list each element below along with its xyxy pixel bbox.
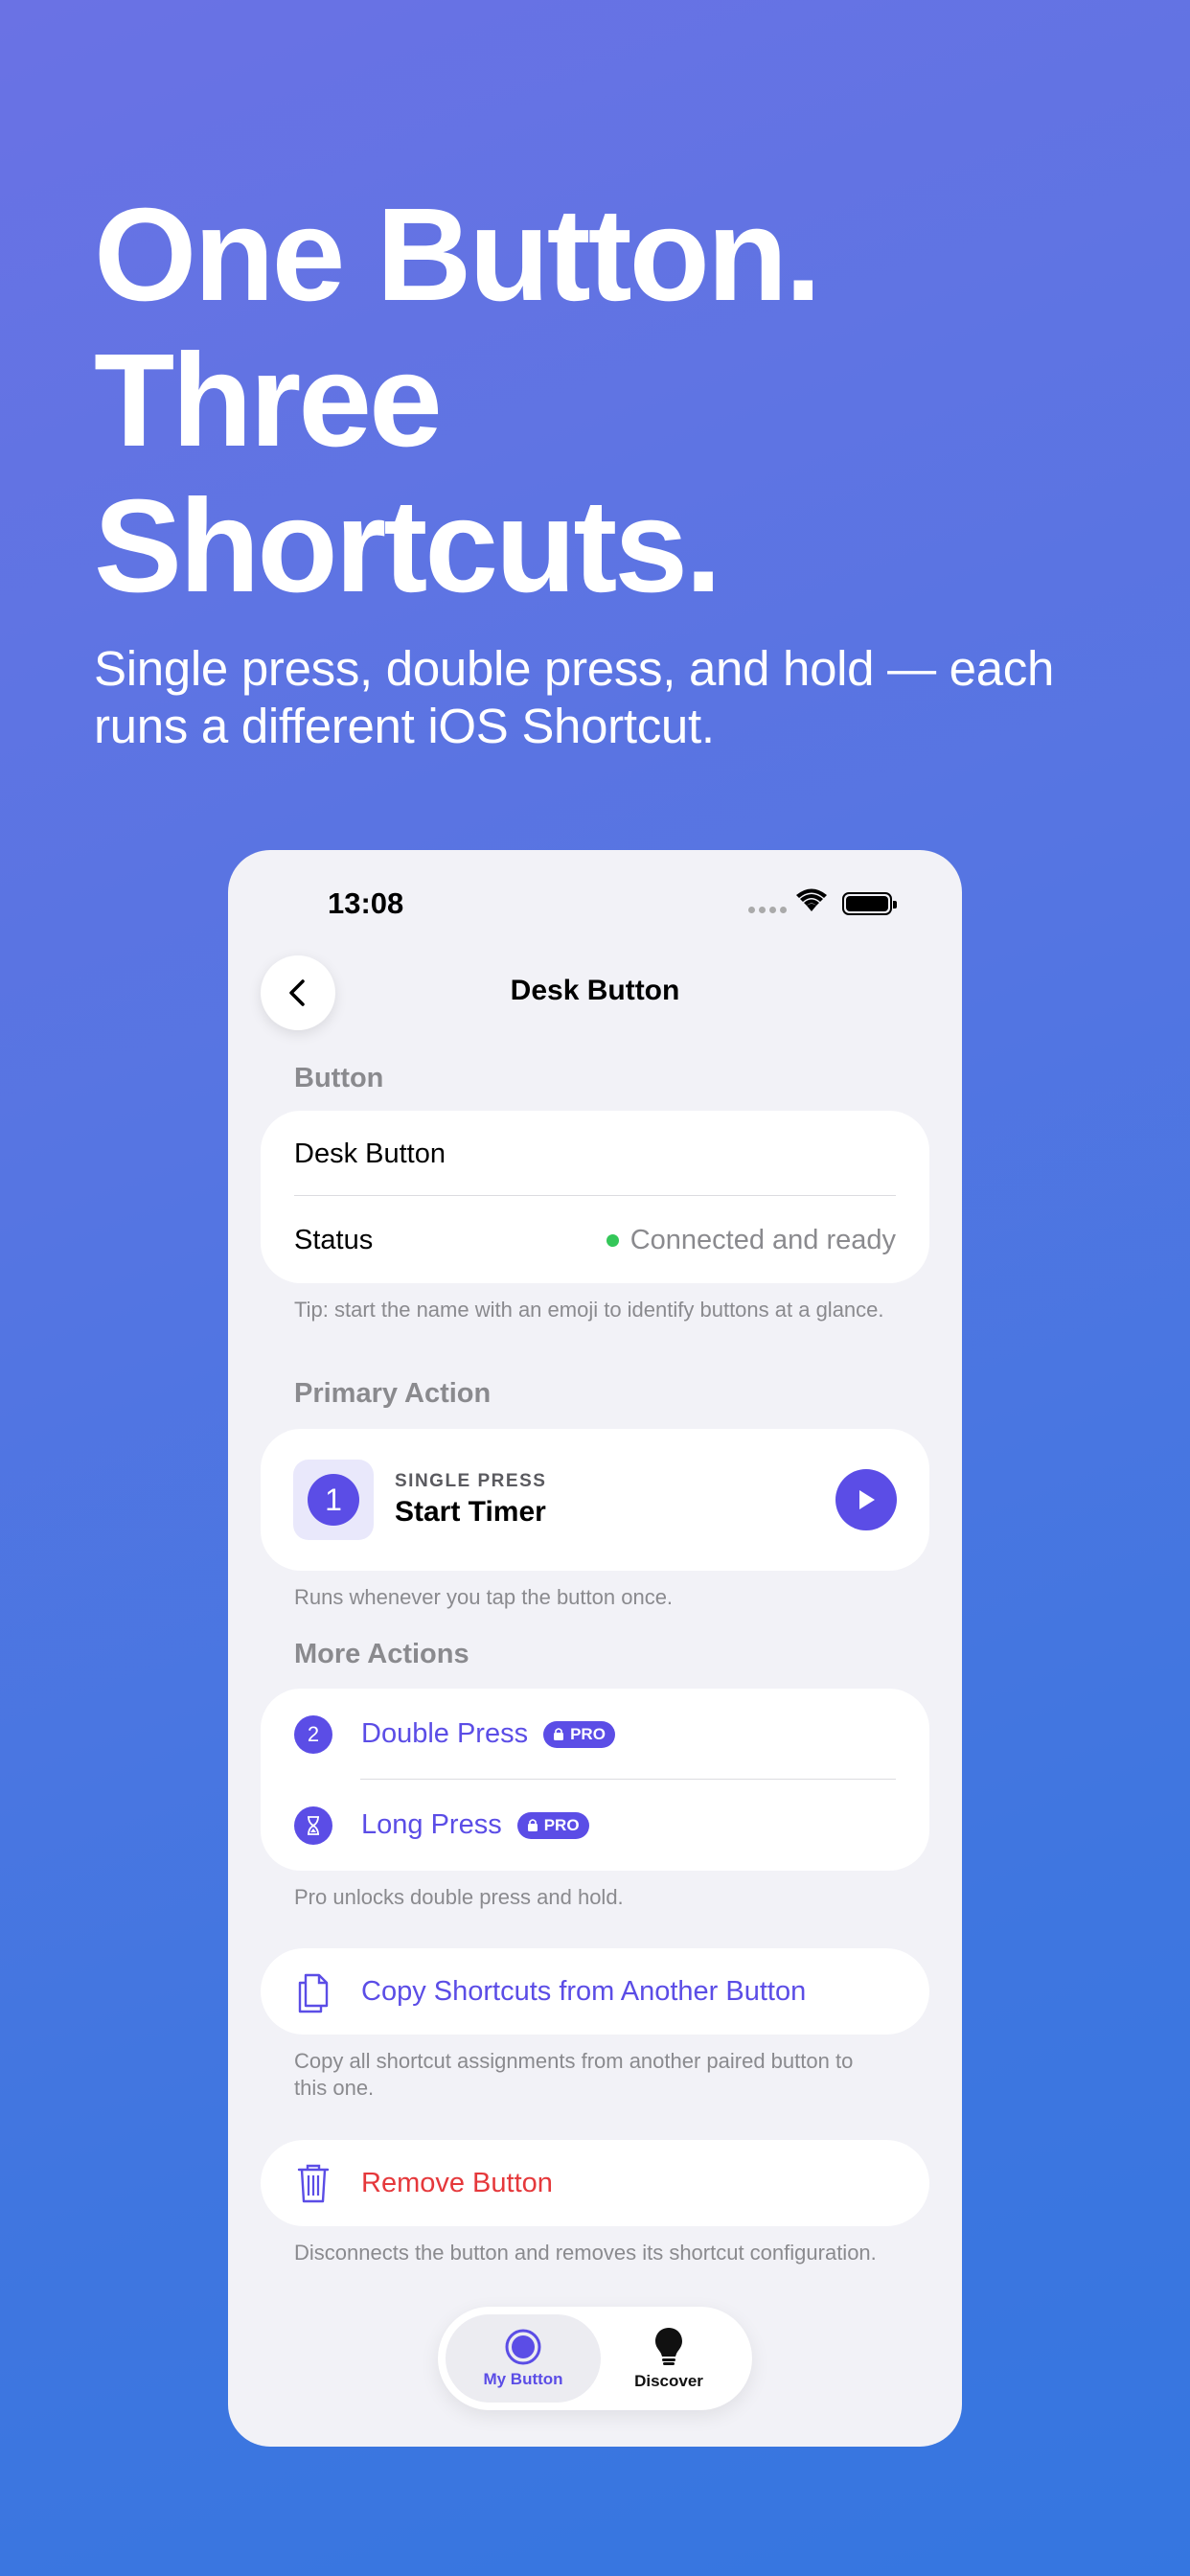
hourglass-icon [294,1806,332,1845]
press-kind: SINGLE PRESS [395,1471,547,1491]
remove-button-label: Remove Button [361,2167,553,2198]
copy-shortcuts-label: Copy Shortcuts from Another Button [361,1975,807,2007]
status-label: Status [294,1224,374,1255]
play-icon [859,1490,875,1509]
double-press-row[interactable]: 2 Double Press PRO [294,1689,896,1780]
run-shortcut-button[interactable] [835,1469,897,1530]
lock-icon [554,1728,564,1740]
lock-icon [527,1819,538,1831]
headline-line: Shortcuts. [94,472,721,620]
wifi-icon [796,888,827,911]
headline-line: Three [94,327,443,474]
headline: One Button. Three Shortcuts. [94,182,1110,619]
press-number: 1 [308,1474,359,1526]
copy-footnote: Copy all shortcut assignments from anoth… [294,2049,854,2100]
pro-badge-text: PRO [543,1815,580,1834]
status-value: Connected and ready [606,1225,896,1256]
button-circle-icon [505,2329,541,2365]
nav-title: Desk Button [510,975,680,1006]
subhead: Single press, double press, and hold — e… [94,641,1055,753]
remove-button[interactable]: Remove Button [261,2140,929,2226]
long-press-row[interactable]: Long Press PRO [294,1780,896,1871]
more-footnote: Pro unlocks double press and hold. [294,1885,624,1909]
lightbulb-icon [655,2328,682,2365]
button-name-field[interactable]: Desk Button [294,1138,446,1170]
trash-icon [297,2164,330,2203]
copy-shortcuts-button[interactable]: Copy Shortcuts from Another Button [261,1948,929,2035]
status-row: Status Connected and ready [294,1197,896,1283]
section-label-primary: Primary Action [294,1378,492,1409]
hero: One Button. Three Shortcuts. Single pres… [94,182,1110,755]
button-footnote: Tip: start the name with an emoji to ide… [294,1298,884,1322]
divider [294,1195,896,1196]
tab-label: My Button [483,2370,563,2388]
status-text: Connected and ready [629,1224,896,1255]
copy-document-icon [298,1973,329,2013]
button-info-card: Desk Button Status Connected and ready [261,1111,929,1283]
name-row[interactable]: Desk Button [294,1111,896,1197]
primary-footnote: Runs whenever you tap the button once. [294,1585,674,1609]
connected-dot-icon [606,1233,619,1247]
single-press-icon: 1 [293,1460,374,1540]
headline-line: One Button. [94,181,822,329]
battery-icon [842,892,897,915]
pro-badge-text: PRO [570,1724,606,1743]
remove-footnote: Disconnects the button and removes its s… [294,2241,877,2265]
tab-discover[interactable]: Discover [591,2314,746,2403]
pro-badge: PRO [516,1811,589,1839]
pro-badge: PRO [543,1720,615,1748]
long-press-label: Long Press [361,1809,502,1840]
signal-icon [748,907,787,913]
tab-my-button[interactable]: My Button [446,2314,601,2403]
section-label-button: Button [294,1063,384,1093]
shortcut-name: Start Timer [395,1496,546,1528]
double-press-number-icon: 2 [294,1714,332,1754]
tab-label: Discover [634,2372,703,2390]
more-actions-card: 2 Double Press PRO Long Press PRO [261,1689,929,1871]
tab-bar: My Button Discover [438,2307,752,2410]
primary-action-card[interactable]: 1 SINGLE PRESS Start Timer [261,1429,929,1571]
status-time: 13:08 [328,886,404,920]
status-bar: 13:08 [228,850,962,955]
double-press-label: Double Press [361,1718,529,1749]
phone-screen: 13:08 Desk Button Button Desk Button Sta… [228,850,962,2447]
section-label-more: More Actions [294,1639,469,1669]
